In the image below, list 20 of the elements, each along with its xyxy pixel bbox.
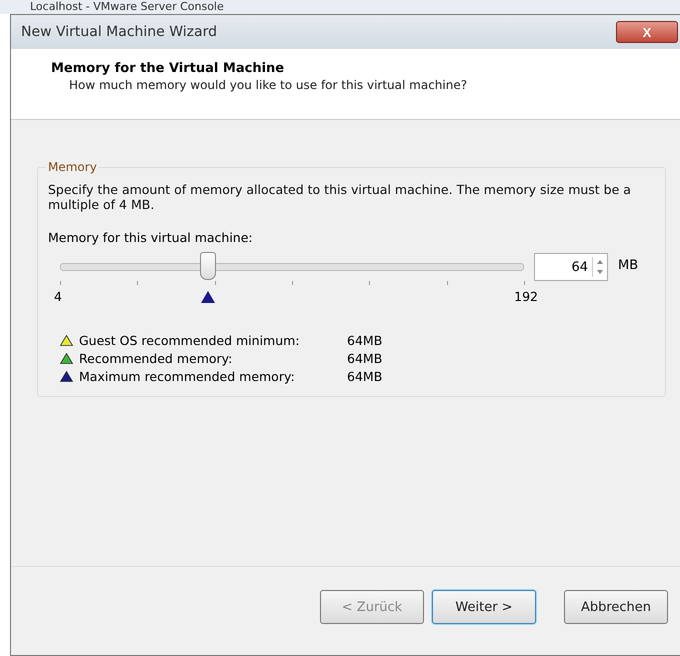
legend-value: 64MB xyxy=(347,351,382,366)
slider-label: Memory for this virtual machine: xyxy=(48,230,254,245)
window-title: New Virtual Machine Wizard xyxy=(20,24,217,40)
wizard-button[interactable]: Abbrechen xyxy=(564,590,668,624)
legend-value: 64MB xyxy=(347,333,382,348)
legend-label: Maximum recommended memory: xyxy=(79,369,296,384)
group-legend: Memory xyxy=(46,160,99,174)
min-label: 4 xyxy=(54,289,62,306)
description-text: Specify the amount of memory allocated to this virtual machine. The memory size must be a multiple of 4 MB. xyxy=(48,182,632,212)
max-label: 192 xyxy=(514,289,538,306)
page-subtitle: How much memory would you like to use for this virtual machine? xyxy=(68,78,468,92)
background-window-title: Localhost - VMware Server Console xyxy=(0,0,680,14)
slider-thumb[interactable] xyxy=(200,252,216,280)
legend-value: 64MB xyxy=(347,369,382,384)
memory-spinner[interactable]: 64 xyxy=(534,253,608,281)
page-heading: Memory for the Virtual Machine xyxy=(51,61,286,76)
legend-label: Recommended memory: xyxy=(79,351,234,366)
unit-label: MB xyxy=(618,258,638,273)
wizard-button[interactable]: Weiter > xyxy=(432,590,536,624)
legend-label: Guest OS recommended minimum: xyxy=(79,333,301,348)
